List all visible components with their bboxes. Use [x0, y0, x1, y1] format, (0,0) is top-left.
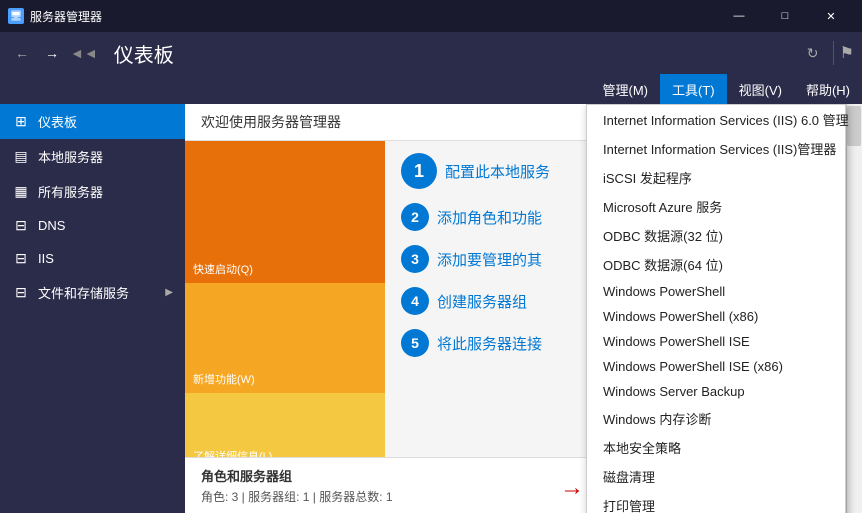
scrollbar-track[interactable] — [846, 104, 862, 513]
dropdown-odbc32[interactable]: ODBC 数据源(32 位) — [587, 221, 845, 250]
menu-items: 管理(M) 工具(T) 视图(V) 帮助(H) — [591, 74, 862, 104]
app-icon: 🖥 — [8, 8, 24, 24]
nav-buttons: ← → — [8, 39, 66, 67]
forward-button[interactable]: → — [38, 39, 66, 67]
sidebar-item-dashboard[interactable]: ⊞ 仪表板 — [0, 104, 185, 139]
sidebar-item-file-storage[interactable]: ⊟ 文件和存储服务 ▶ — [0, 275, 185, 310]
title-bar: 🖥 服务器管理器 — □ ✕ — [0, 0, 862, 32]
title-bar-title: 服务器管理器 — [30, 8, 102, 25]
dropdown-iscsi[interactable]: iSCSI 发起程序 — [587, 163, 845, 192]
dns-icon: ⊟ — [12, 217, 30, 234]
content-area: 欢迎使用服务器管理器 快速启动(Q) 新增功能(W) 了解详细信息(L) 1 — [185, 104, 862, 513]
sidebar-item-local-server[interactable]: ▤ 本地服务器 — [0, 139, 185, 174]
new-features-block[interactable]: 新增功能(W) — [185, 283, 385, 393]
step-1-label[interactable]: 配置此本地服务 — [445, 161, 550, 182]
dropdown-diag[interactable]: Windows 内存诊断 — [587, 404, 845, 433]
step-2-label[interactable]: 添加角色和功能 — [437, 207, 542, 228]
maximize-button[interactable]: □ — [762, 0, 808, 32]
dropdown-powershell[interactable]: Windows PowerShell — [587, 279, 845, 304]
dropdown-powershell-x86[interactable]: Windows PowerShell (x86) — [587, 304, 845, 329]
all-servers-icon: ▦ — [12, 183, 30, 200]
menu-help[interactable]: 帮助(H) — [794, 74, 862, 104]
toolbar-right: ↻ ⚑ — [799, 39, 854, 67]
expand-icon: ▶ — [165, 287, 173, 298]
flag-icon: ⚑ — [840, 43, 854, 63]
tools-dropdown: Internet Information Services (IIS) 6.0 … — [586, 104, 846, 513]
sidebar-item-dns[interactable]: ⊟ DNS — [0, 209, 185, 242]
sidebar-item-label-all: 所有服务器 — [38, 182, 103, 201]
back-button[interactable]: ← — [8, 39, 36, 67]
dropdown-diskclean[interactable]: 磁盘清理 — [587, 462, 845, 491]
local-server-icon: ▤ — [12, 148, 30, 165]
main-layout: ⊞ 仪表板 ▤ 本地服务器 ▦ 所有服务器 ⊟ DNS ⊟ IIS ⊟ 文件和存… — [0, 104, 862, 513]
step-2-num: 2 — [401, 203, 429, 231]
close-button[interactable]: ✕ — [808, 0, 854, 32]
quick-start-label: 快速启动(Q) — [193, 261, 253, 277]
toolbar: ← → ◄◄ 仪表板 ↻ ⚑ — [0, 32, 862, 74]
step-4-label[interactable]: 创建服务器组 — [437, 291, 527, 312]
sidebar-item-label-dashboard: 仪表板 — [38, 112, 77, 131]
sidebar-item-label-iis: IIS — [38, 251, 54, 266]
step-5-label[interactable]: 将此服务器连接 — [437, 333, 542, 354]
dropdown-powershell-ise-x86[interactable]: Windows PowerShell ISE (x86) — [587, 354, 845, 379]
toolbar-separator — [833, 41, 834, 65]
quick-start-block[interactable]: 快速启动(Q) — [185, 141, 385, 283]
color-blocks: 快速启动(Q) 新增功能(W) 了解详细信息(L) — [185, 141, 385, 470]
arrow-indicator: → — [560, 474, 584, 502]
dashboard-icon: ⊞ — [12, 113, 30, 130]
dropdown-backup[interactable]: Windows Server Backup — [587, 379, 845, 404]
dropdown-powershell-ise[interactable]: Windows PowerShell ISE — [587, 329, 845, 354]
dropdown-azure[interactable]: Microsoft Azure 服务 — [587, 192, 845, 221]
sidebar-item-label-filestorage: 文件和存储服务 — [38, 283, 129, 302]
minimize-button[interactable]: — — [716, 0, 762, 32]
sidebar-item-label-local: 本地服务器 — [38, 147, 103, 166]
toolbar-page-title: 仪表板 — [114, 39, 174, 68]
step-4-num: 4 — [401, 287, 429, 315]
step-3-num: 3 — [401, 245, 429, 273]
refresh-button[interactable]: ↻ — [799, 39, 827, 67]
scrollbar-thumb[interactable] — [847, 106, 861, 146]
dropdown-iis[interactable]: Internet Information Services (IIS)管理器 — [587, 134, 845, 163]
sidebar-item-all-servers[interactable]: ▦ 所有服务器 — [0, 174, 185, 209]
sidebar: ⊞ 仪表板 ▤ 本地服务器 ▦ 所有服务器 ⊟ DNS ⊟ IIS ⊟ 文件和存… — [0, 104, 185, 513]
menu-view[interactable]: 视图(V) — [727, 74, 794, 104]
sidebar-item-iis[interactable]: ⊟ IIS — [0, 242, 185, 275]
step-5-num: 5 — [401, 329, 429, 357]
step-1-num: 1 — [401, 153, 437, 189]
window-controls: — □ ✕ — [716, 0, 854, 32]
menu-tools[interactable]: 工具(T) — [660, 74, 727, 104]
iis-icon: ⊟ — [12, 250, 30, 267]
menu-manage[interactable]: 管理(M) — [591, 74, 661, 104]
sidebar-item-label-dns: DNS — [38, 218, 65, 233]
dropdown-iis6[interactable]: Internet Information Services (IIS) 6.0 … — [587, 105, 845, 134]
dropdown-secpolicy[interactable]: 本地安全策略 — [587, 433, 845, 462]
step-3-label[interactable]: 添加要管理的其 — [437, 249, 542, 270]
dropdown-printmgr[interactable]: 打印管理 — [587, 491, 845, 513]
new-features-label: 新增功能(W) — [193, 371, 255, 387]
toolbar-dots: ◄◄ — [70, 45, 98, 61]
dropdown-odbc64[interactable]: ODBC 数据源(64 位) — [587, 250, 845, 279]
menu-bar: 管理(M) 工具(T) 视图(V) 帮助(H) — [0, 74, 862, 104]
file-storage-icon: ⊟ — [12, 284, 30, 301]
